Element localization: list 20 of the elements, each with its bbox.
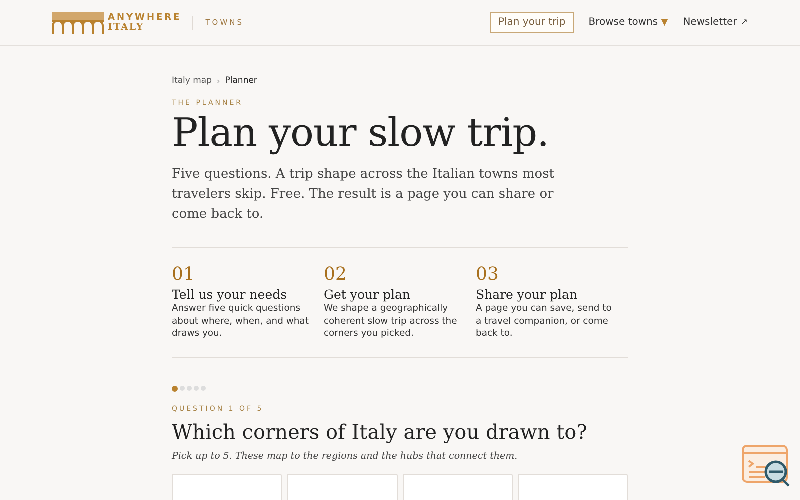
step-number: 03 — [476, 264, 500, 286]
logo-icon[interactable] — [52, 12, 104, 34]
step-title: Share your plan — [476, 286, 579, 303]
page-title: Plan your slow trip. — [172, 111, 550, 157]
step-number: 01 — [172, 264, 196, 286]
question-title: Which corners of Italy are you drawn to? — [172, 418, 588, 444]
plan-trip-button[interactable]: Plan your trip — [490, 12, 574, 33]
step-title: Tell us your needs — [172, 286, 288, 303]
question-hint: Pick up to 5. These map to the regions and the hubs that connect them. — [172, 450, 519, 462]
lead-text: Five questions. A trip shape across the Italian towns most travelers skip. Free. The result is a page you can share or come back to. — [172, 166, 556, 224]
breadcrumb-link[interactable]: Italy map — [172, 76, 212, 86]
nav-link[interactable]: Browse towns ▼ — [588, 17, 668, 28]
step-text: We shape a geographically coherent slow trip across the corners you picked. — [324, 303, 458, 340]
step-title: Get your plan — [324, 286, 412, 303]
breadcrumb-link[interactable]: Planner — [225, 76, 258, 86]
step-text: Answer five quick questions about where, when, and what draws you. — [172, 303, 310, 340]
step-text: A page you can save, send to a travel companion, or come back to. — [476, 303, 613, 340]
step-number: 02 — [324, 264, 348, 286]
nav-link[interactable]: Newsletter ↗ — [683, 17, 748, 28]
breadcrumb-separator: › — [217, 76, 220, 86]
